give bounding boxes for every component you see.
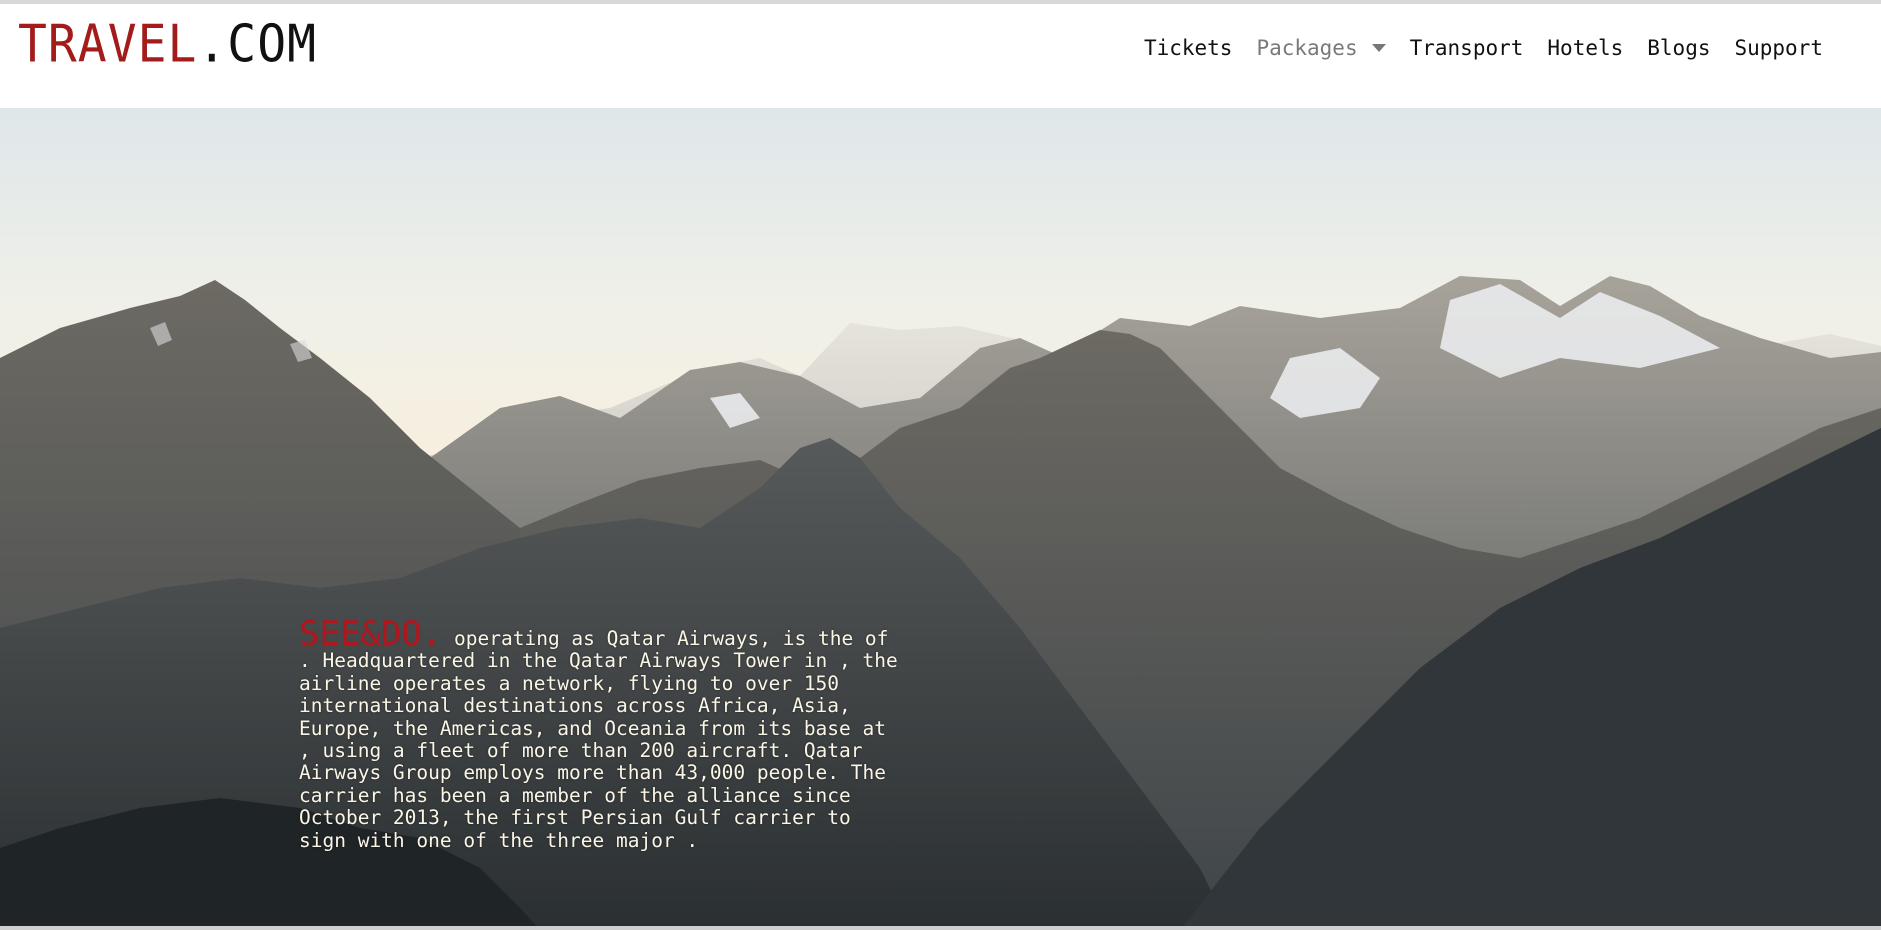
nav-item-label: Blogs <box>1647 36 1711 60</box>
hero-body: operating as Qatar Airways, is the of . … <box>299 627 898 852</box>
mountain-background-image <box>0 276 1881 930</box>
bottom-border <box>0 926 1881 930</box>
nav-item-transport[interactable]: Transport <box>1398 32 1536 64</box>
nav-item-packages[interactable]: Packages <box>1244 32 1397 64</box>
nav-item-label: Hotels <box>1547 36 1624 60</box>
nav-item-label: Packages <box>1256 36 1358 60</box>
nav-item-blogs[interactable]: Blogs <box>1635 32 1722 64</box>
nav-item-tickets[interactable]: Tickets <box>1132 32 1245 64</box>
nav-item-hotels[interactable]: Hotels <box>1535 32 1635 64</box>
hero-banner: SEE&DO. operating as Qatar Airways, is t… <box>0 108 1881 930</box>
hero-description: SEE&DO. operating as Qatar Airways, is t… <box>299 617 909 852</box>
hero-kicker: SEE&DO. <box>299 614 443 654</box>
brand-tld: .COM <box>197 13 317 75</box>
navbar: TRAVEL .COM Tickets Packages Transport H… <box>0 4 1881 108</box>
nav-item-support[interactable]: Support <box>1722 32 1835 64</box>
main-nav: Tickets Packages Transport Hotels Blogs … <box>1132 32 1835 64</box>
caret-down-icon <box>1371 44 1386 52</box>
nav-item-label: Support <box>1734 36 1823 60</box>
nav-item-label: Tickets <box>1143 36 1233 60</box>
nav-item-label: Transport <box>1409 36 1524 60</box>
brand-name: TRAVEL <box>18 13 198 75</box>
brand-logo[interactable]: TRAVEL .COM <box>18 18 317 70</box>
